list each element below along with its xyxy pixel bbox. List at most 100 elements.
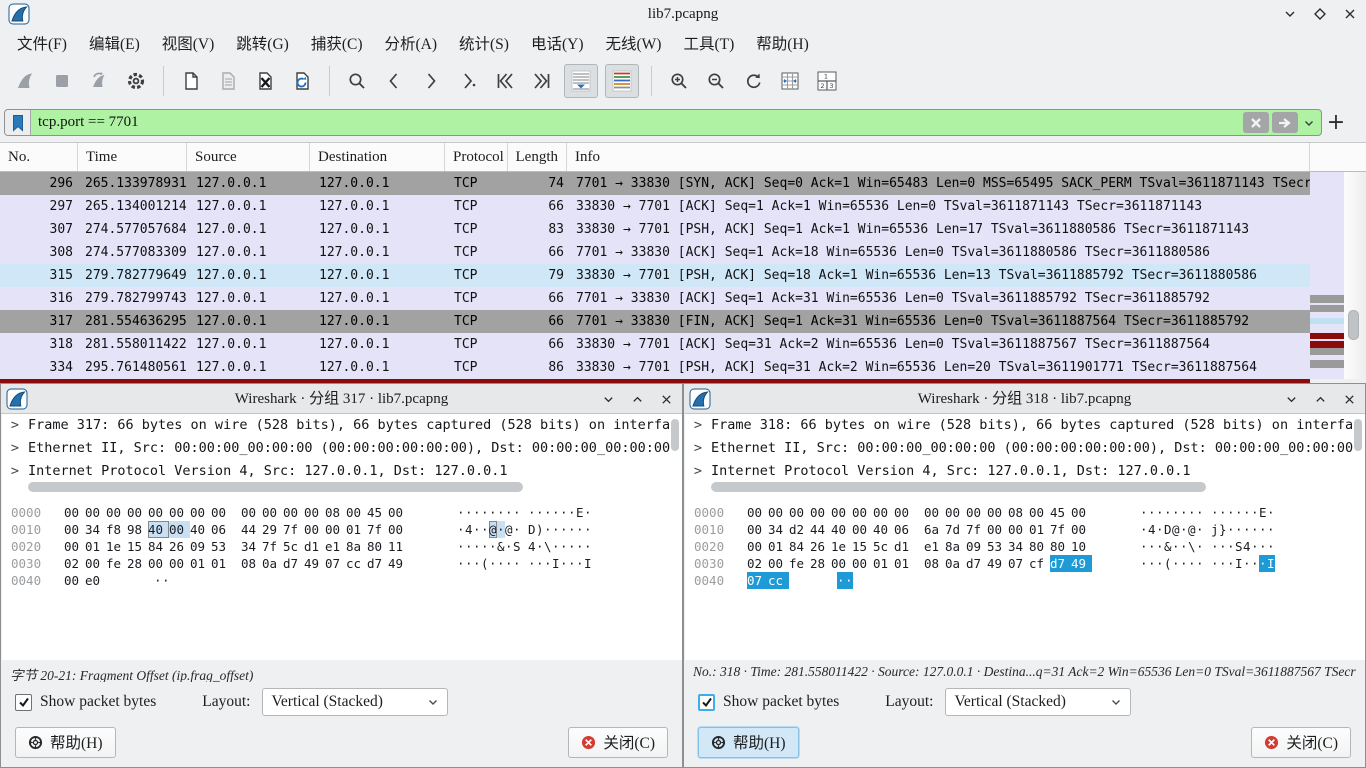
ascii-char[interactable]: ·: [560, 538, 568, 555]
ascii-char[interactable]: ·: [1235, 504, 1243, 521]
ascii-char[interactable]: ·: [505, 504, 513, 521]
ascii-char[interactable]: ·: [1148, 555, 1156, 572]
show-packet-bytes-checkbox[interactable]: [698, 694, 715, 711]
hex-byte[interactable]: 00: [148, 504, 169, 521]
ascii-char[interactable]: ·: [1211, 504, 1219, 521]
hex-byte[interactable]: 00: [262, 504, 283, 521]
ascii-char[interactable]: ·: [457, 555, 465, 572]
intelligent-scrollbar-minimap[interactable]: [1310, 172, 1344, 379]
hex-byte[interactable]: 01: [211, 555, 232, 572]
ascii-char[interactable]: E: [576, 504, 584, 521]
hex-byte[interactable]: 00: [831, 555, 852, 572]
ascii-char[interactable]: ·: [1148, 504, 1156, 521]
packet-list-scrollbar[interactable]: [1344, 172, 1366, 379]
hex-byte[interactable]: 1e: [831, 538, 852, 555]
scrollbar-thumb[interactable]: [1348, 310, 1359, 340]
hex-byte[interactable]: 00: [211, 504, 232, 521]
hex-byte[interactable]: 00: [64, 504, 85, 521]
hex-byte[interactable]: 00: [106, 504, 127, 521]
hex-byte[interactable]: 01: [768, 538, 789, 555]
close-dialog-button[interactable]: 关闭(C): [1251, 727, 1351, 758]
ascii-char[interactable]: ·: [473, 555, 481, 572]
ascii-char[interactable]: ·: [576, 538, 584, 555]
ascii-char[interactable]: ·: [1243, 521, 1251, 538]
minimize-button-icon[interactable]: [1280, 4, 1300, 24]
save-file-icon[interactable]: [213, 64, 243, 98]
ascii-char[interactable]: (: [481, 555, 489, 572]
expand-chevron-icon[interactable]: >: [685, 437, 711, 460]
hex-byte[interactable]: 7f: [966, 521, 987, 538]
ascii-char[interactable]: S: [513, 538, 521, 555]
ascii-char[interactable]: ·: [560, 521, 568, 538]
ascii-char[interactable]: S: [1235, 538, 1243, 555]
ascii-char[interactable]: ·: [1219, 538, 1227, 555]
hex-byte[interactable]: 26: [169, 538, 190, 555]
hex-byte[interactable]: 00: [169, 521, 190, 538]
hex-byte[interactable]: 00: [148, 555, 169, 572]
ascii-char[interactable]: @: [1172, 521, 1180, 538]
ascii-char[interactable]: ·: [552, 521, 560, 538]
hex-byte[interactable]: 80: [1050, 538, 1071, 555]
hex-byte[interactable]: 00: [852, 504, 873, 521]
hex-byte[interactable]: 00: [789, 504, 810, 521]
ascii-char[interactable]: @: [505, 521, 513, 538]
show-packet-bytes-checkbox[interactable]: [15, 694, 32, 711]
hex-byte[interactable]: 15: [852, 538, 873, 555]
hex-dump-view[interactable]: 000000000000000000000000000008004500····…: [685, 497, 1365, 660]
hex-byte[interactable]: d1: [304, 538, 325, 555]
hex-byte[interactable]: 00: [190, 504, 211, 521]
hex-byte[interactable]: 34: [1008, 538, 1029, 555]
ascii-char[interactable]: ·: [1140, 555, 1148, 572]
hex-byte[interactable]: 06: [211, 521, 232, 538]
expand-chevron-icon[interactable]: >: [2, 437, 28, 460]
ascii-char[interactable]: ·: [1259, 521, 1267, 538]
resize-columns-icon[interactable]: [775, 64, 805, 98]
ascii-char[interactable]: ·: [1188, 504, 1196, 521]
ascii-char[interactable]: ·: [544, 521, 552, 538]
ascii-char[interactable]: ): [536, 521, 544, 538]
hex-byte[interactable]: 00: [966, 504, 987, 521]
packet-row[interactable]: 316279.782799743127.0.0.1127.0.0.1TCP667…: [0, 287, 1310, 310]
ascii-char[interactable]: &: [1164, 538, 1172, 555]
layout-select[interactable]: Vertical (Stacked): [262, 688, 448, 716]
go-back-icon[interactable]: [379, 64, 409, 98]
filter-bookmark-icon[interactable]: [5, 110, 31, 135]
ascii-char[interactable]: ·: [1180, 521, 1188, 538]
tree-scrollbar-thumb[interactable]: [671, 419, 679, 451]
hex-byte[interactable]: fe: [789, 555, 810, 572]
hex-byte[interactable]: d1: [894, 538, 915, 555]
menu-item[interactable]: 捕获(C): [300, 29, 374, 57]
ascii-char[interactable]: ·: [1259, 538, 1267, 555]
ascii-char[interactable]: ·: [1227, 555, 1235, 572]
ascii-char[interactable]: ·: [568, 538, 576, 555]
column-header[interactable]: Destination: [310, 143, 445, 171]
tree-horizontal-scrollbar[interactable]: [2, 479, 682, 495]
ascii-char[interactable]: }: [1219, 521, 1227, 538]
close-dialog-button[interactable]: 关闭(C): [568, 727, 668, 758]
ascii-char[interactable]: ·: [1140, 538, 1148, 555]
hex-byte[interactable]: 00: [64, 572, 85, 589]
maximize-button-icon[interactable]: [1310, 4, 1330, 24]
hex-byte[interactable]: 00: [987, 521, 1008, 538]
hex-byte[interactable]: d7: [367, 555, 388, 572]
help-button[interactable]: 帮助(H): [15, 727, 116, 758]
hex-byte[interactable]: 01: [346, 521, 367, 538]
hex-byte[interactable]: 09: [190, 538, 211, 555]
menu-item[interactable]: 帮助(H): [745, 29, 820, 57]
ascii-char[interactable]: I: [584, 555, 592, 572]
menu-item[interactable]: 跳转(G): [225, 29, 300, 57]
hex-byte[interactable]: 00: [127, 504, 148, 521]
hex-byte[interactable]: 7f: [283, 521, 304, 538]
hex-byte[interactable]: 00: [169, 504, 190, 521]
ascii-char[interactable]: &: [497, 538, 505, 555]
go-first-icon[interactable]: [490, 64, 520, 98]
ascii-char[interactable]: ·: [513, 504, 521, 521]
hex-byte[interactable]: 6a: [924, 521, 945, 538]
hex-byte[interactable]: 00: [810, 504, 831, 521]
ascii-char[interactable]: ·: [1211, 538, 1219, 555]
hex-byte[interactable]: 28: [810, 555, 831, 572]
ascii-char[interactable]: ·: [505, 555, 513, 572]
ascii-char[interactable]: ·: [552, 538, 560, 555]
go-to-packet-icon[interactable]: [453, 64, 483, 98]
auto-scroll-icon[interactable]: [564, 64, 598, 98]
